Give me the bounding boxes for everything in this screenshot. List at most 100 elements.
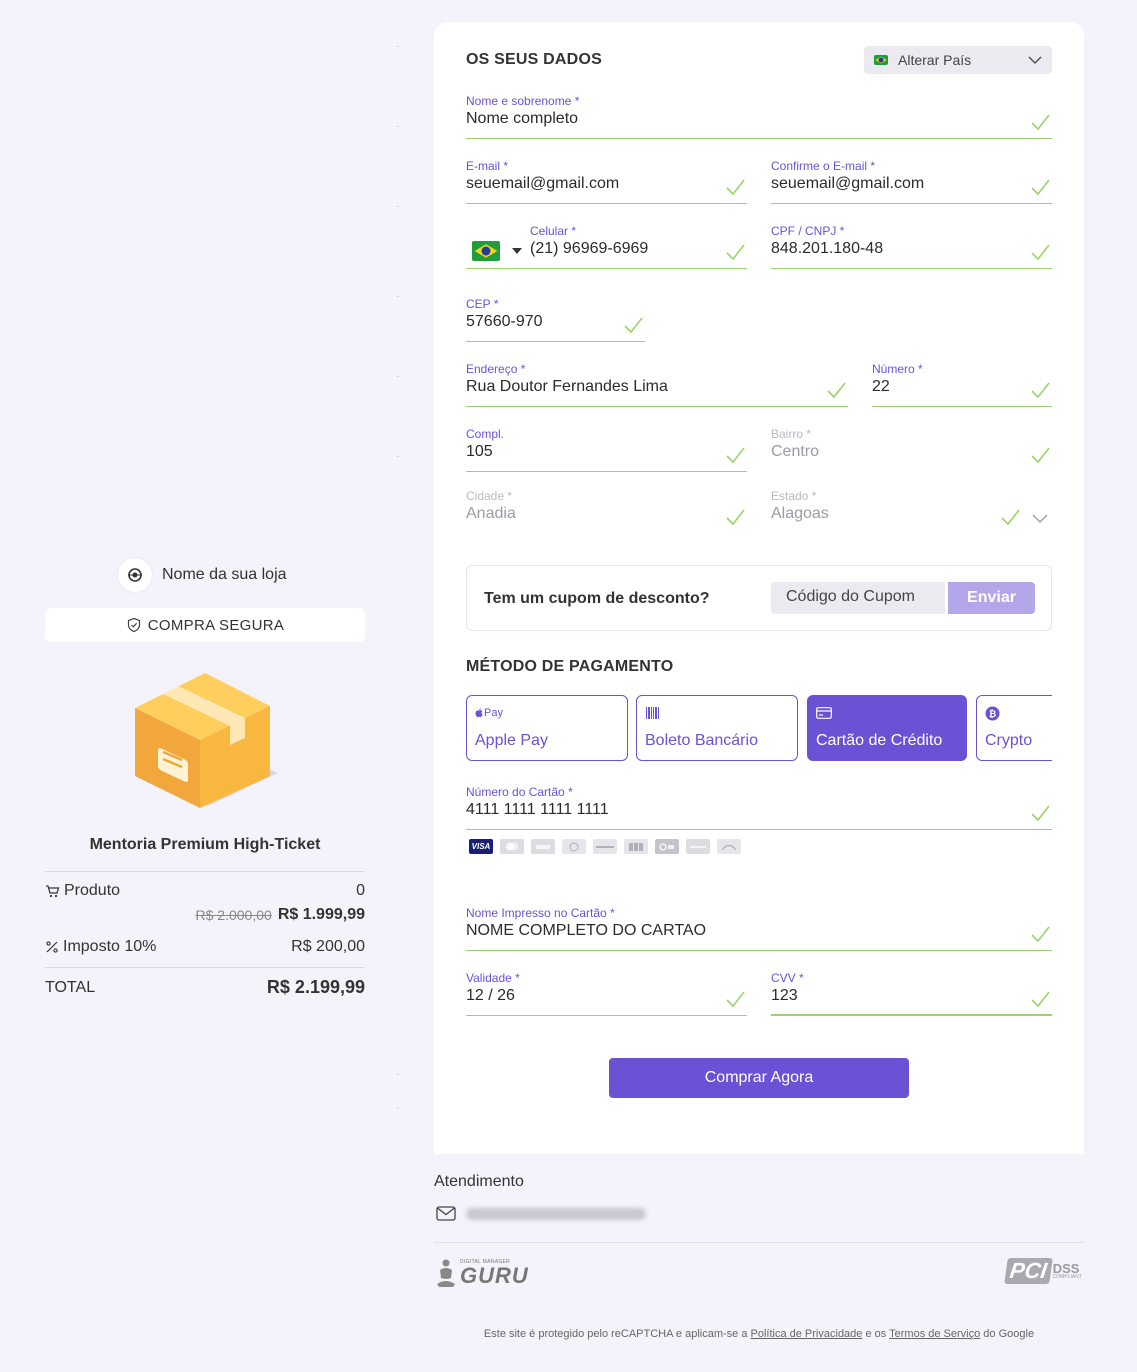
email-label: E-mail: [466, 159, 501, 173]
cpf-input[interactable]: 848.201.180-48: [771, 240, 883, 258]
compl-label: Compl.: [466, 427, 505, 441]
product-quantity: 0: [356, 882, 365, 899]
price-row: R$ 2.000,00 R$ 1.999,99: [45, 906, 365, 924]
pci-compliant-label: COMPLIANT: [1052, 1274, 1082, 1280]
caret-down-icon: [512, 248, 522, 254]
bairro-input: Centro: [771, 443, 820, 460]
cvv-field[interactable]: CVV * 123: [771, 971, 1052, 1016]
number-field[interactable]: Número * 22: [872, 362, 1052, 407]
cvv-label: CVV: [771, 971, 796, 985]
total-value: R$ 2.199,99: [266, 977, 365, 997]
validity-label: Validade: [466, 971, 512, 985]
number-input[interactable]: 22: [872, 378, 890, 396]
change-country-label: Alterar País: [898, 52, 972, 68]
cep-label: CEP: [466, 297, 491, 311]
cart-icon: [46, 885, 60, 898]
compl-input[interactable]: 105: [466, 443, 493, 461]
validity-input[interactable]: 12 / 26: [466, 987, 515, 1005]
recaptcha-notice: Este site é protegido pelo reCAPTCHA e a…: [483, 1328, 1035, 1340]
phone-input[interactable]: (21) 96969-6969: [530, 240, 648, 258]
address-field[interactable]: Endereço * Rua Doutor Fernandes Lima: [466, 362, 848, 407]
meditating-figure-icon: [437, 1259, 455, 1287]
chevron-down-icon: [1032, 514, 1048, 523]
card-name-input[interactable]: NOME COMPLETO DO CARTAO: [466, 922, 706, 940]
card-number-input[interactable]: 4111 1111 1111 1111: [466, 801, 609, 819]
number-label: Número: [872, 362, 915, 376]
cpf-field[interactable]: CPF / CNPJ * 848.201.180-48: [771, 224, 1052, 269]
change-country-dropdown[interactable]: Alterar País: [864, 46, 1052, 74]
summary-divider: [45, 967, 365, 968]
apple-pay-badge: Pay: [484, 707, 503, 719]
email-input[interactable]: seuemail@gmail.com: [466, 175, 619, 193]
footer-divider: [434, 1242, 1084, 1243]
email-field[interactable]: E-mail * seuemail@gmail.com: [466, 159, 747, 204]
payment-method-apple-pay[interactable]: Pay Apple Pay: [466, 695, 628, 761]
phone-field[interactable]: Celular * (21) 96969-6969: [466, 224, 747, 269]
summary-divider: [45, 871, 365, 872]
diners-icon: [562, 839, 586, 854]
email-confirm-input[interactable]: seuemail@gmail.com: [771, 175, 924, 193]
terms-of-service-link[interactable]: Termos de Serviço: [889, 1328, 980, 1340]
payment-methods: Pay Apple Pay Boleto Bancário Cartão de …: [466, 690, 1052, 766]
check-icon: [1031, 805, 1050, 822]
validity-field[interactable]: Validade * 12 / 26: [466, 971, 747, 1016]
store-name: Nome da sua loja: [162, 566, 287, 583]
payment-method-label: Cartão de Crédito: [816, 732, 943, 749]
visa-icon: VISA: [469, 839, 493, 854]
buy-now-button[interactable]: Comprar Agora: [609, 1058, 909, 1098]
barcode-icon: [645, 706, 661, 720]
payment-method-crypto[interactable]: ₿ Crypto: [976, 695, 1052, 761]
svg-text:₿: ₿: [989, 709, 996, 720]
cvv-input[interactable]: 123: [771, 987, 798, 1005]
personal-data-title: OS SEUS DADOS: [466, 51, 602, 68]
estado-value: Alagoas: [771, 505, 829, 522]
check-icon: [827, 382, 846, 399]
card-number-label: Número do Cartão: [466, 785, 565, 799]
payment-method-label: Crypto: [985, 732, 1033, 749]
name-label: Nome e sobrenome: [466, 94, 572, 108]
compl-field[interactable]: Compl. 105: [466, 427, 747, 472]
payment-method-credit-card[interactable]: Cartão de Crédito: [807, 695, 967, 761]
jcb-icon: [624, 839, 648, 854]
check-icon: [1031, 991, 1050, 1008]
estado-select[interactable]: Estado * Alagoas: [771, 489, 1052, 534]
payment-method-label: Apple Pay: [475, 732, 548, 749]
payment-method-boleto[interactable]: Boleto Bancário: [636, 695, 798, 761]
support-email-row[interactable]: [436, 1206, 646, 1221]
phone-country-selector[interactable]: [472, 241, 522, 261]
bitcoin-icon: ₿: [985, 706, 1000, 720]
tax-label: Imposto 10%: [63, 938, 157, 955]
email-confirm-label: Confirme o E-mail: [771, 159, 868, 173]
bairro-field: Bairro * Centro: [771, 427, 1052, 472]
card-name-field[interactable]: Nome Impresso no Cartão * NOME COMPLETO …: [466, 906, 1052, 951]
apple-pay-icon: Pay: [475, 706, 503, 720]
card-name-label: Nome Impresso no Cartão: [466, 906, 607, 920]
card-number-field[interactable]: Número do Cartão * 4111 1111 1111 1111: [466, 785, 1052, 830]
privacy-policy-link[interactable]: Política de Privacidade: [751, 1328, 863, 1340]
email-confirm-field[interactable]: Confirme o E-mail * seuemail@gmail.com: [771, 159, 1052, 204]
address-input[interactable]: Rua Doutor Fernandes Lima: [466, 378, 668, 396]
cidade-label: Cidade: [466, 489, 505, 503]
check-icon: [1031, 926, 1050, 943]
cep-input[interactable]: 57660-970: [466, 313, 543, 331]
coupon-submit-button[interactable]: Enviar: [948, 582, 1035, 614]
address-label: Endereço: [466, 362, 518, 376]
check-icon: [1031, 179, 1050, 196]
brazil-flag-icon: [472, 241, 500, 261]
name-input[interactable]: Nome completo: [466, 110, 578, 128]
credit-card-icon: [816, 706, 832, 720]
payment-method-label: Boleto Bancário: [645, 732, 758, 749]
product-box-image: [130, 668, 280, 813]
phone-label: Celular: [530, 224, 569, 238]
check-icon: [1031, 114, 1050, 131]
cep-field[interactable]: CEP * 57660-970: [466, 297, 645, 342]
current-price: R$ 1.999,99: [277, 906, 365, 923]
coupon-question: Tem um cupom de desconto?: [484, 590, 710, 607]
name-field[interactable]: Nome e sobrenome * Nome completo: [466, 94, 1052, 139]
coupon-code-input[interactable]: Código do Cupom: [771, 582, 945, 614]
product-row-label: Produto: [64, 882, 121, 899]
payment-title: MÉTODO DE PAGAMENTO: [466, 658, 674, 675]
estado-label: Estado: [771, 489, 809, 503]
check-icon: [1001, 509, 1020, 526]
card-brands: VISA: [469, 839, 741, 854]
